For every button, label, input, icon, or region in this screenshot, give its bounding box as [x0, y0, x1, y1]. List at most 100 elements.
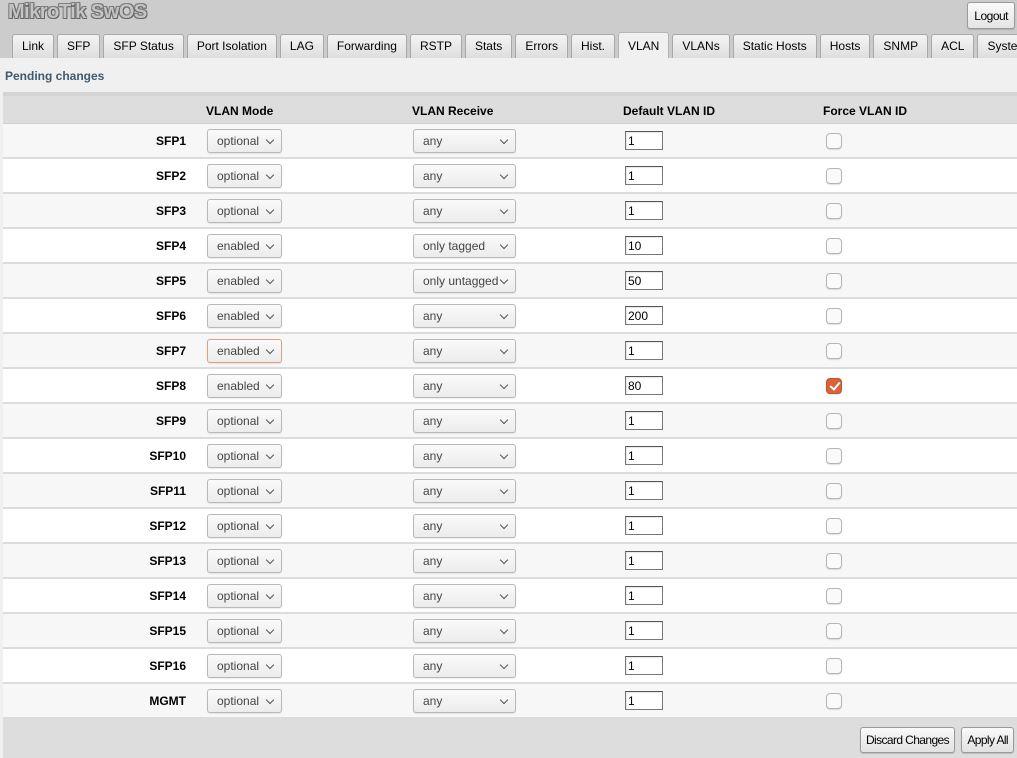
vlan-mode-select[interactable]: optional — [207, 654, 282, 678]
default-vlan-id-input[interactable] — [625, 551, 663, 570]
default-vlan-id-input[interactable] — [625, 481, 663, 500]
vlan-mode-select[interactable]: optional — [207, 129, 282, 153]
vlan-receive-select[interactable]: any — [413, 689, 516, 713]
force-vlan-id-checkbox[interactable] — [826, 448, 842, 464]
tab-hist[interactable]: Hist. — [570, 34, 615, 58]
force-vlan-id-checkbox[interactable] — [826, 518, 842, 534]
vlan-mode-select[interactable]: enabled — [207, 339, 282, 363]
app-title: MikroTik SwOS — [8, 1, 147, 23]
default-vlan-id-input[interactable] — [625, 376, 663, 395]
vlan-receive-select[interactable]: only untagged — [413, 269, 516, 293]
vlan-mode-select[interactable]: optional — [207, 409, 282, 433]
force-vlan-id-checkbox[interactable] — [826, 588, 842, 604]
force-vlan-id-checkbox[interactable] — [826, 203, 842, 219]
vlan-mode-select[interactable]: optional — [207, 164, 282, 188]
default-vlan-id-input[interactable] — [625, 341, 663, 360]
tab-bar: Link SFP SFP Status Port Isolation LAG Forwar… — [12, 32, 1017, 58]
vlan-mode-select[interactable]: optional — [207, 619, 282, 643]
default-vlan-id-input[interactable] — [625, 516, 663, 535]
force-vlan-id-checkbox[interactable] — [826, 693, 842, 709]
chevron-down-icon — [499, 555, 509, 565]
tab-lag[interactable]: LAG — [279, 34, 324, 58]
force-vlan-id-checkbox[interactable] — [826, 273, 842, 289]
vlan-mode-value: optional — [217, 519, 260, 533]
tab-rstp[interactable]: RSTP — [409, 34, 462, 58]
default-vlan-id-input[interactable] — [625, 131, 663, 150]
tab-static-hosts[interactable]: Static Hosts — [732, 34, 817, 58]
vlan-receive-select[interactable]: any — [413, 584, 516, 608]
vlan-receive-select[interactable]: any — [413, 304, 516, 328]
tab-acl[interactable]: ACL — [931, 34, 975, 58]
vlan-mode-select[interactable]: enabled — [207, 269, 282, 293]
vlan-receive-select[interactable]: any — [413, 444, 516, 468]
force-vlan-id-checkbox[interactable] — [826, 553, 842, 569]
tab-stats[interactable]: Stats — [464, 34, 513, 58]
force-vlan-id-checkbox[interactable] — [826, 168, 842, 184]
force-vlan-id-checkbox[interactable] — [826, 343, 842, 359]
default-vlan-id-input[interactable] — [625, 166, 663, 185]
apply-all-button[interactable]: Apply All — [961, 727, 1014, 753]
force-vlan-id-checkbox[interactable] — [826, 133, 842, 149]
default-vlan-id-input[interactable] — [625, 411, 663, 430]
tab-link[interactable]: Link — [12, 34, 55, 58]
vlan-mode-select[interactable]: optional — [207, 479, 282, 503]
logout-button[interactable]: Logout — [967, 2, 1015, 29]
vlan-mode-value: optional — [217, 134, 260, 148]
tab-vlans[interactable]: VLANs — [672, 34, 730, 58]
vlan-receive-select[interactable]: any — [413, 619, 516, 643]
vlan-mode-value: optional — [217, 204, 260, 218]
tab-port-isolation[interactable]: Port Isolation — [186, 34, 277, 58]
vlan-receive-value: any — [423, 484, 443, 498]
vlan-mode-value: optional — [217, 624, 260, 638]
tab-sfp[interactable]: SFP — [57, 34, 101, 58]
vlan-receive-select[interactable]: any — [413, 339, 516, 363]
vlan-mode-select[interactable]: optional — [207, 514, 282, 538]
default-vlan-id-input[interactable] — [625, 271, 663, 290]
default-vlan-id-input[interactable] — [625, 691, 663, 710]
force-vlan-id-checkbox[interactable] — [826, 623, 842, 639]
chevron-down-icon — [499, 485, 509, 495]
default-vlan-id-input[interactable] — [625, 236, 663, 255]
vlan-mode-select[interactable]: optional — [207, 549, 282, 573]
vlan-mode-select[interactable]: optional — [207, 444, 282, 468]
default-vlan-id-input[interactable] — [625, 621, 663, 640]
force-vlan-id-checkbox[interactable] — [826, 658, 842, 674]
vlan-mode-select[interactable]: enabled — [207, 374, 282, 398]
vlan-receive-select[interactable]: any — [413, 514, 516, 538]
tab-sfp-status[interactable]: SFP Status — [103, 34, 184, 58]
vlan-receive-select[interactable]: any — [413, 374, 516, 398]
vlan-receive-select[interactable]: any — [413, 654, 516, 678]
tab-errors[interactable]: Errors — [515, 34, 568, 58]
chevron-down-icon — [499, 415, 509, 425]
default-vlan-id-input[interactable] — [625, 306, 663, 325]
vlan-receive-select[interactable]: any — [413, 479, 516, 503]
force-vlan-id-checkbox[interactable] — [826, 308, 842, 324]
tab-system[interactable]: System — [977, 34, 1017, 58]
tab-vlan[interactable]: VLAN — [617, 32, 670, 58]
port-label: SFP7 — [155, 344, 186, 358]
tab-hosts[interactable]: Hosts — [819, 34, 871, 58]
default-vlan-id-input[interactable] — [625, 201, 663, 220]
vlan-mode-select[interactable]: enabled — [207, 304, 282, 328]
vlan-receive-select[interactable]: any — [413, 199, 516, 223]
default-vlan-id-input[interactable] — [625, 446, 663, 465]
vlan-receive-select[interactable]: any — [413, 129, 516, 153]
default-vlan-id-input[interactable] — [625, 586, 663, 605]
force-vlan-id-checkbox[interactable] — [826, 483, 842, 499]
vlan-receive-select[interactable]: any — [413, 549, 516, 573]
vlan-mode-select[interactable]: enabled — [207, 234, 282, 258]
force-vlan-id-checkbox[interactable] — [826, 413, 842, 429]
vlan-mode-select[interactable]: optional — [207, 584, 282, 608]
port-label: SFP3 — [155, 204, 186, 218]
vlan-receive-select[interactable]: any — [413, 164, 516, 188]
vlan-mode-select[interactable]: optional — [207, 199, 282, 223]
discard-changes-button[interactable]: Discard Changes — [859, 727, 955, 753]
tab-snmp[interactable]: SNMP — [873, 34, 929, 58]
vlan-receive-select[interactable]: any — [413, 409, 516, 433]
vlan-receive-select[interactable]: only tagged — [413, 234, 516, 258]
default-vlan-id-input[interactable] — [625, 656, 663, 675]
tab-forwarding[interactable]: Forwarding — [326, 34, 407, 58]
vlan-mode-select[interactable]: optional — [207, 689, 282, 713]
force-vlan-id-checkbox[interactable] — [826, 238, 842, 254]
force-vlan-id-checkbox[interactable] — [826, 378, 842, 394]
